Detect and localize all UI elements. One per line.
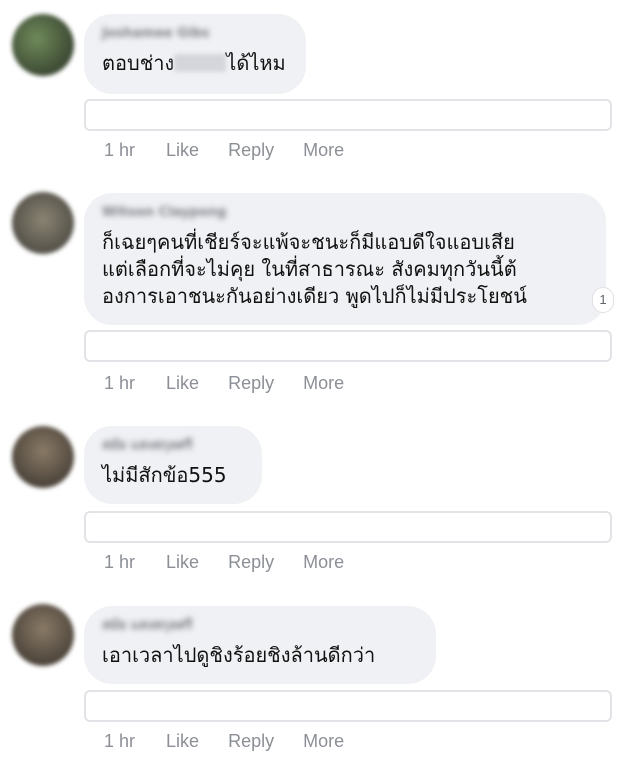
reply-button[interactable]: Reply [228, 731, 274, 751]
comment-text-line: ก็เฉยๆคนที่เชียร์จะแพ้จะชนะก็มีแอบดีใจแอ… [102, 230, 515, 254]
comment-author[interactable]: Joshamee Gibs [102, 24, 288, 44]
reply-button[interactable]: Reply [228, 552, 274, 572]
more-button[interactable]: More [303, 552, 344, 572]
comment-bubble: Joshamee Gibs ตอบช่าง ได้ไหม [84, 14, 306, 94]
comment-bubble: สมัย แสงสกุลศรี เอาเวลาไปดูชิงร้อยชิงล้า… [84, 606, 436, 684]
comment-author[interactable]: สมัย แสงสกุลศรี [102, 616, 418, 636]
reply-input[interactable] [84, 99, 612, 131]
reply-button[interactable]: Reply [228, 373, 274, 393]
reply-input[interactable] [84, 330, 612, 362]
more-button[interactable]: More [303, 373, 344, 393]
censored-name [174, 54, 227, 72]
more-button[interactable]: More [303, 731, 344, 751]
comment-actions: 1 hr Like Reply More [104, 373, 368, 394]
comment-actions: 1 hr Like Reply More [104, 731, 368, 752]
timestamp: 1 hr [104, 140, 136, 160]
comment-text: ไม่มีสักข้อ555 [102, 463, 227, 487]
comment-text: เอาเวลาไปดูชิงร้อยชิงล้านดีกว่า [102, 643, 376, 667]
avatar[interactable] [12, 192, 74, 254]
like-button[interactable]: Like [166, 373, 199, 393]
avatar[interactable] [12, 604, 74, 666]
avatar[interactable] [12, 14, 74, 76]
comment-bubble: สมัย แสงสกุลศรี ไม่มีสักข้อ555 [84, 426, 262, 504]
reply-button[interactable]: Reply [228, 140, 274, 160]
comment-bubble: Witoon Claypong ก็เฉยๆคนที่เชียร์จะแพ้จะ… [84, 193, 606, 325]
comment-actions: 1 hr Like Reply More [104, 552, 368, 573]
timestamp: 1 hr [104, 552, 136, 572]
like-button[interactable]: Like [166, 552, 199, 572]
comment-text-part: ได้ไหม [226, 51, 286, 75]
like-button[interactable]: Like [166, 731, 199, 751]
comment-text-line: แต่เลือกที่จะไม่คุย ในที่สาธารณะ สังคมทุ… [102, 257, 517, 281]
comment-author[interactable]: Witoon Claypong [102, 203, 588, 223]
more-button[interactable]: More [303, 140, 344, 160]
comment-text: ก็เฉยๆคนที่เชียร์จะแพ้จะชนะก็มีแอบดีใจแอ… [102, 229, 588, 310]
reply-input[interactable] [84, 690, 612, 722]
comment-actions: 1 hr Like Reply More [104, 140, 368, 161]
timestamp: 1 hr [104, 731, 136, 751]
comment-author[interactable]: สมัย แสงสกุลศรี [102, 436, 244, 456]
avatar[interactable] [12, 426, 74, 488]
comment-text-line: องการเอาชนะกันอย่างเดียว พูดไปก็ไม่มีประ… [102, 284, 527, 308]
reply-input[interactable] [84, 511, 612, 543]
comment-text-part: ตอบช่าง [102, 51, 175, 75]
timestamp: 1 hr [104, 373, 136, 393]
reaction-count-badge[interactable]: 1 [592, 287, 614, 313]
comment-text: ตอบช่าง ได้ไหม [102, 50, 288, 77]
like-button[interactable]: Like [166, 140, 199, 160]
